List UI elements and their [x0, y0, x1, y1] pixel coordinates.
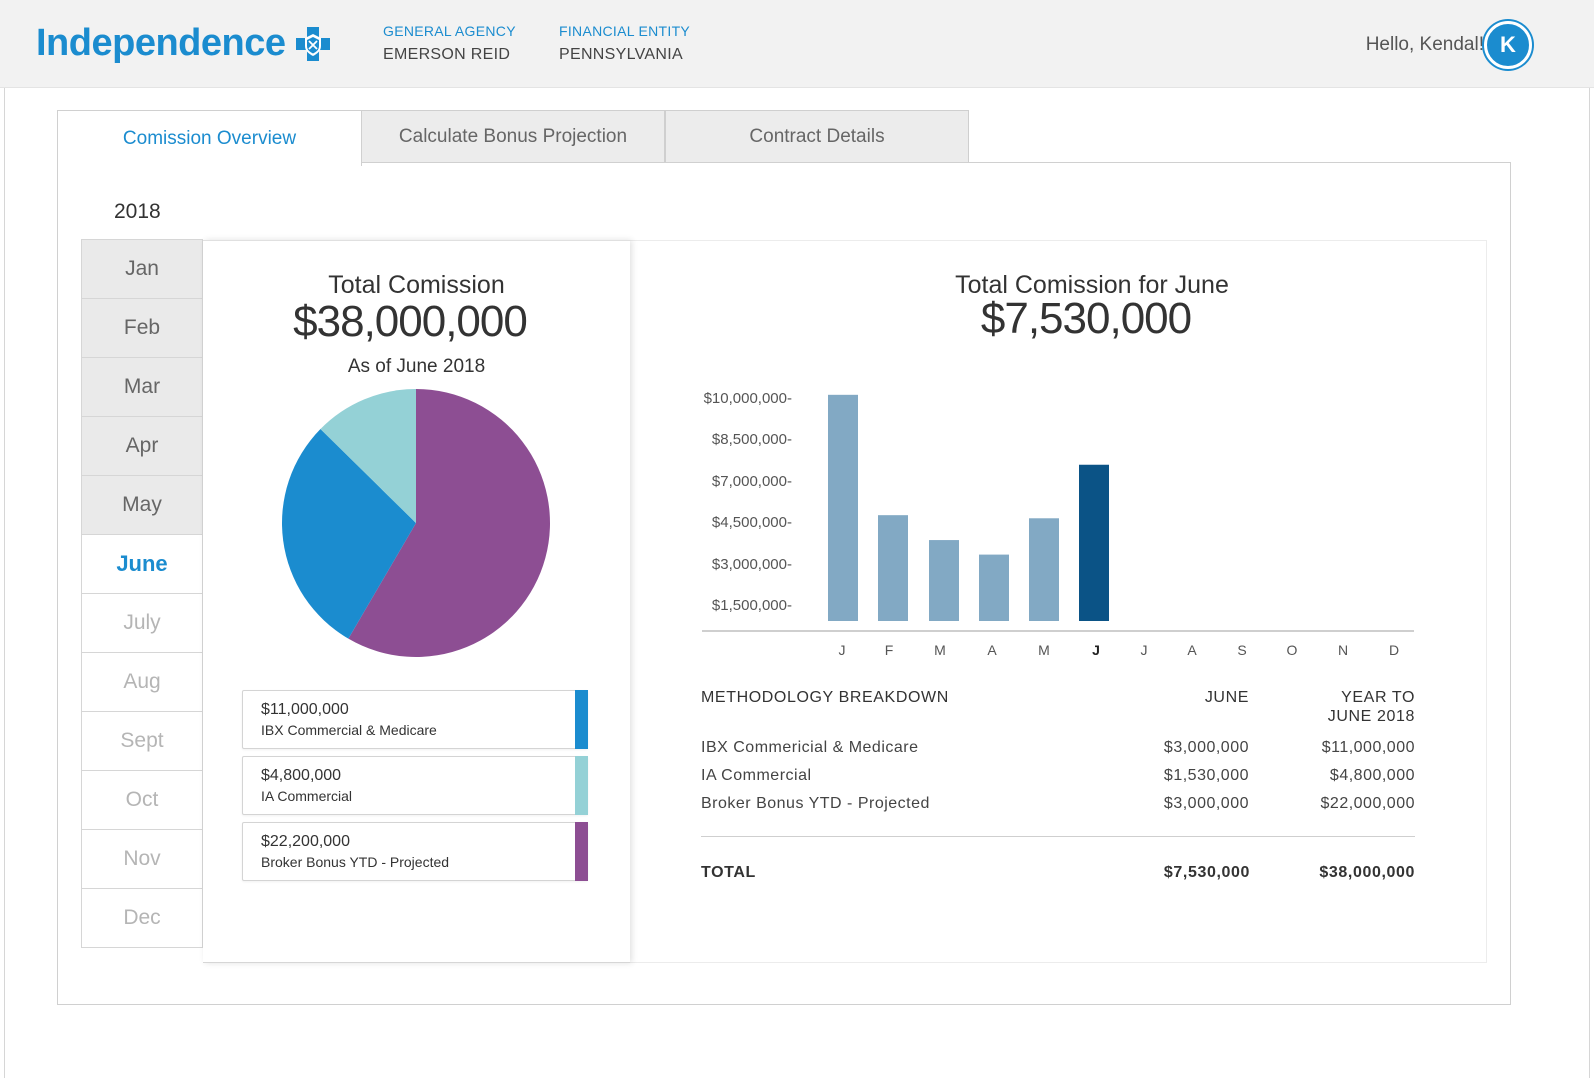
legend-item-ia[interactable]: $4,800,000 IA Commercial [242, 756, 588, 815]
month-may[interactable]: May [81, 475, 203, 535]
month-sept[interactable]: Sept [81, 711, 203, 771]
row-ytd-value: $11,000,000 [1321, 739, 1415, 756]
month-july[interactable]: July [81, 593, 203, 653]
general-agency-label: GENERAL AGENCY [383, 23, 516, 39]
month-apr[interactable]: Apr [81, 416, 203, 476]
financial-entity-value: PENNSYLVANIA [559, 46, 683, 63]
legend-item-broker-bonus[interactable]: $22,200,000 Broker Bonus YTD - Projected [242, 822, 588, 881]
month-nov[interactable]: Nov [81, 829, 203, 889]
column-header-june: JUNE [1204, 689, 1249, 706]
x-tick-label: N [1337, 642, 1349, 658]
legend-value: $11,000,000 [261, 701, 349, 718]
financial-entity: FINANCIAL ENTITY PENNSYLVANIA [559, 23, 690, 64]
logo-text: Independence [36, 22, 286, 64]
total-comission-amount: $38,000,000 [293, 297, 528, 346]
month-feb[interactable]: Feb [81, 298, 203, 358]
row-ytd-value: $22,000,000 [1320, 795, 1415, 812]
cross-shield-icon [295, 26, 330, 61]
legend-name: IBX Commercial & Medicare [261, 722, 437, 738]
bar-m-2[interactable] [929, 540, 959, 621]
month-june[interactable]: June [81, 534, 203, 594]
legend-color-swatch [575, 756, 588, 815]
x-tick-label: M [1038, 642, 1050, 658]
legend-name: IA Commercial [261, 788, 353, 804]
total-june-value: $7,530,000 [1163, 864, 1250, 881]
row-june-value: $3,000,000 [1163, 739, 1249, 756]
tab-contract-details[interactable]: Contract Details [665, 110, 969, 164]
monthly-comission-amount: $7,530,000 [980, 294, 1192, 343]
legend-color-swatch [575, 822, 588, 881]
legend-value: $22,200,000 [261, 833, 350, 850]
month-aug[interactable]: Aug [81, 652, 203, 712]
row-name: IA Commercial [701, 767, 812, 784]
monthly-bar-chart [702, 394, 1414, 632]
legend-item-ibx[interactable]: $11,000,000 IBX Commercial & Medicare [242, 690, 588, 749]
column-header-ytd-line2: JUNE 2018 [1327, 708, 1415, 725]
month-mar[interactable]: Mar [81, 357, 203, 417]
table-divider [701, 836, 1415, 837]
logo[interactable]: Independence [36, 22, 332, 65]
bar-j-5[interactable] [1079, 464, 1109, 621]
column-header-ytd-line1: YEAR TO [1341, 689, 1415, 706]
x-tick-label: O [1286, 642, 1298, 658]
total-ytd-value: $38,000,000 [1319, 864, 1415, 881]
x-tick-label: D [1388, 642, 1400, 658]
bar-m-4[interactable] [1029, 518, 1059, 621]
total-label: TOTAL [701, 864, 756, 881]
legend-name: Broker Bonus YTD - Projected [261, 854, 450, 870]
x-tick-label: F [884, 642, 894, 658]
comission-pie-chart [282, 389, 550, 657]
x-tick-label-current: J [1092, 642, 1100, 658]
methodology-heading: METHODOLOGY BREAKDOWN [701, 689, 949, 706]
legend-value: $4,800,000 [261, 767, 342, 784]
x-tick-label: J [1140, 642, 1148, 658]
bar-a-3[interactable] [979, 554, 1009, 621]
x-tick-label: A [1187, 642, 1197, 658]
x-tick-label: S [1237, 642, 1247, 658]
x-tick-label: A [987, 642, 997, 658]
bar-j-0[interactable] [828, 394, 858, 621]
row-name: Broker Bonus YTD - Projected [701, 795, 930, 812]
greeting: Hello, Kendal! [1365, 34, 1484, 55]
month-dec[interactable]: Dec [81, 888, 203, 948]
financial-entity-label: FINANCIAL ENTITY [559, 23, 691, 39]
total-comission-title: Total Comission [328, 271, 505, 299]
legend-color-swatch [575, 690, 588, 749]
tab-calculate-bonus-projection[interactable]: Calculate Bonus Projection [361, 110, 665, 164]
general-agency: GENERAL AGENCY EMERSON REID [383, 23, 516, 64]
x-tick-label: J [838, 642, 846, 658]
month-list: Jan Feb Mar Apr May June July Aug Sept O… [81, 239, 203, 948]
month-oct[interactable]: Oct [81, 770, 203, 830]
total-comission-card: Total Comission $38,000,000 As of June 2… [203, 240, 630, 963]
row-june-value: $1,530,000 [1163, 767, 1249, 784]
general-agency-value: EMERSON REID [383, 46, 511, 63]
as-of-label: As of June 2018 [347, 356, 486, 377]
avatar[interactable]: K [1484, 21, 1532, 69]
row-june-value: $3,000,000 [1163, 795, 1249, 812]
x-tick-label: M [934, 642, 946, 658]
bar-f-1[interactable] [878, 515, 908, 621]
year-label: 2018 [114, 200, 161, 223]
tab-comission-overview[interactable]: Comission Overview [57, 110, 362, 166]
row-ytd-value: $4,800,000 [1329, 767, 1415, 784]
row-name: IBX Commericial & Medicare [701, 739, 919, 756]
month-jan[interactable]: Jan [81, 239, 203, 299]
top-header: Independence GENERAL AGENCY EMERSON REID… [0, 0, 1594, 88]
